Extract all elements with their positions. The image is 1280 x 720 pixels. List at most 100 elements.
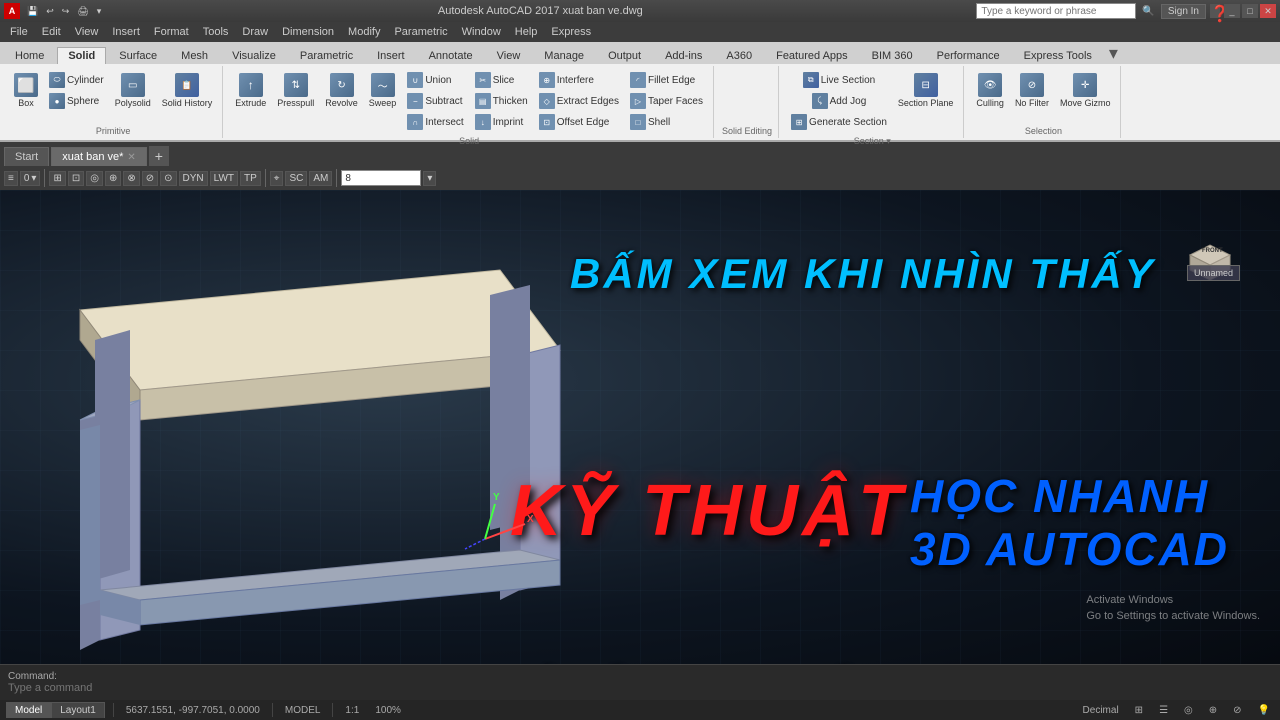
menu-help[interactable]: Help [509, 25, 544, 39]
btn-imprint[interactable]: ↓ Imprint [471, 112, 532, 132]
sb-btn5[interactable]: ⊘ [1229, 705, 1245, 716]
sb-btn4[interactable]: ⊕ [1205, 705, 1221, 716]
tab-mesh[interactable]: Mesh [170, 47, 219, 64]
menu-modify[interactable]: Modify [342, 25, 386, 39]
menu-parametric[interactable]: Parametric [388, 25, 453, 39]
menu-insert[interactable]: Insert [106, 25, 146, 39]
menu-dimension[interactable]: Dimension [276, 25, 340, 39]
menu-tools[interactable]: Tools [197, 25, 235, 39]
btn-sphere[interactable]: ● Sphere [45, 91, 108, 111]
doctab-start[interactable]: Start [4, 147, 49, 166]
tab-view[interactable]: View [486, 47, 532, 64]
tab-surface[interactable]: Surface [108, 47, 168, 64]
model-indicator[interactable]: MODEL [281, 705, 325, 716]
btn-slice[interactable]: ✂ Slice [471, 70, 532, 90]
btn-shell[interactable]: □ Shell [626, 112, 707, 132]
command-input[interactable] [8, 682, 308, 694]
qa-more[interactable]: ▾ [94, 5, 105, 18]
tb2-qp-btn[interactable]: ⌖ [270, 171, 284, 186]
tb2-lw-dropdown[interactable]: ▾ [423, 171, 436, 186]
sb-btn3[interactable]: ◎ [1180, 705, 1197, 716]
tab-bim360[interactable]: BIM 360 [861, 47, 924, 64]
btn-union[interactable]: ∪ Union [403, 70, 467, 90]
btn-interfere[interactable]: ⊕ Interfere [535, 70, 623, 90]
btn-nofilter[interactable]: ⊘ No Filter [1011, 70, 1053, 112]
help-icon[interactable]: ❓ [1210, 4, 1220, 18]
tab-output[interactable]: Output [597, 47, 652, 64]
tab-featured[interactable]: Featured Apps [765, 47, 859, 64]
btn-movegizmo[interactable]: ✛ Move Gizmo [1056, 70, 1115, 112]
btn-extrude[interactable]: ↑ Extrude [231, 70, 270, 112]
btn-extractedges[interactable]: ◇ Extract Edges [535, 91, 623, 111]
menu-view[interactable]: View [69, 25, 105, 39]
tab-solid[interactable]: Solid [57, 47, 106, 64]
menu-draw[interactable]: Draw [236, 25, 274, 39]
tb2-ortho-btn[interactable]: ⊡ [68, 171, 84, 186]
btn-box[interactable]: ⬜ Box [10, 70, 42, 112]
maximize-button[interactable]: □ [1242, 4, 1258, 18]
btn-sweep[interactable]: 〜 Sweep [365, 70, 401, 112]
btn-presspull[interactable]: ⇅ Presspull [273, 70, 318, 112]
viewcube[interactable]: FRONT [1180, 230, 1240, 290]
tb2-3dosnap-btn[interactable]: ⊗ [123, 171, 139, 186]
doctab-close[interactable]: ✕ [127, 152, 135, 163]
scale-indicator[interactable]: 1:1 [341, 705, 363, 716]
btn-sectionplane[interactable]: ⊟ Section Plane [894, 70, 958, 112]
tb2-osnap-btn[interactable]: ⊕ [105, 171, 121, 186]
tb2-am-btn[interactable]: AM [309, 171, 332, 186]
tb2-lineweight-btn[interactable]: LWT [210, 171, 238, 186]
qa-save[interactable]: 💾 [24, 5, 41, 18]
doctab-add[interactable]: + [149, 146, 169, 166]
tb2-ucs-btn[interactable]: ⊙ [160, 171, 176, 186]
btn-subtract[interactable]: − Subtract [403, 91, 467, 111]
btn-polysolid[interactable]: ▭ Polysolid [111, 70, 155, 112]
menu-edit[interactable]: Edit [36, 25, 67, 39]
tb2-otrack-btn[interactable]: ⊘ [142, 171, 158, 186]
tb2-layers-btn[interactable]: ≡ [4, 171, 18, 186]
menu-format[interactable]: Format [148, 25, 195, 39]
btn-culling[interactable]: 👁 Culling [972, 70, 1008, 112]
lineweight-input[interactable] [341, 170, 421, 186]
tb2-snap-btn[interactable]: ⊞ [49, 171, 65, 186]
tab-manage[interactable]: Manage [533, 47, 595, 64]
btn-intersect[interactable]: ∩ Intersect [403, 112, 467, 132]
menu-express[interactable]: Express [545, 25, 597, 39]
tab-parametric[interactable]: Parametric [289, 47, 364, 64]
btn-solidhistory[interactable]: 📋 Solid History [158, 70, 217, 112]
tab-home[interactable]: Home [4, 47, 55, 64]
btn-generatesection[interactable]: ⊞ Generate Section [787, 112, 891, 132]
qa-redo[interactable]: ↪ [59, 5, 73, 18]
tab-performance[interactable]: Performance [926, 47, 1011, 64]
tb2-layer-dropdown[interactable]: 0 ▾ [20, 171, 41, 186]
menu-window[interactable]: Window [456, 25, 507, 39]
btn-thicken[interactable]: ▤ Thicken [471, 91, 532, 111]
btn-addjog[interactable]: ⤹ Add Jog [808, 91, 871, 111]
doctab-drawing[interactable]: xuat ban ve* ✕ [51, 147, 147, 166]
btn-offsetedge[interactable]: ⊡ Offset Edge [535, 112, 623, 132]
search-input[interactable] [976, 3, 1136, 19]
tab-insert[interactable]: Insert [366, 47, 416, 64]
model-tab[interactable]: Model [6, 702, 51, 718]
tb2-dyn-btn[interactable]: DYN [179, 171, 208, 186]
btn-livesection[interactable]: ⧉ Live Section [799, 70, 879, 90]
ribbon-collapse-btn[interactable]: ▾ [1109, 43, 1118, 64]
tb2-polar-btn[interactable]: ◎ [86, 171, 103, 186]
tb2-sc-btn[interactable]: SC [285, 171, 307, 186]
minimize-button[interactable]: _ [1224, 4, 1240, 18]
btn-revolve[interactable]: ↻ Revolve [321, 70, 362, 112]
btn-filletedge[interactable]: ◜ Fillet Edge [626, 70, 707, 90]
sb-btn1[interactable]: ⊞ [1131, 705, 1147, 716]
qa-undo[interactable]: ↩ [43, 5, 57, 18]
tab-a360[interactable]: A360 [715, 47, 763, 64]
menu-file[interactable]: File [4, 25, 34, 39]
btn-cylinder[interactable]: ⬭ Cylinder [45, 70, 108, 90]
tab-express[interactable]: Express Tools [1013, 47, 1103, 64]
sb-btn2[interactable]: ☰ [1155, 705, 1172, 716]
tb2-trans-btn[interactable]: TP [240, 171, 261, 186]
layout1-tab[interactable]: Layout1 [51, 702, 105, 718]
signin-button[interactable]: Sign In [1161, 4, 1206, 19]
btn-taperfaces[interactable]: ▷ Taper Faces [626, 91, 707, 111]
tab-annotate[interactable]: Annotate [418, 47, 484, 64]
close-button[interactable]: ✕ [1260, 4, 1276, 18]
qa-print[interactable]: 🖨 [74, 5, 91, 18]
